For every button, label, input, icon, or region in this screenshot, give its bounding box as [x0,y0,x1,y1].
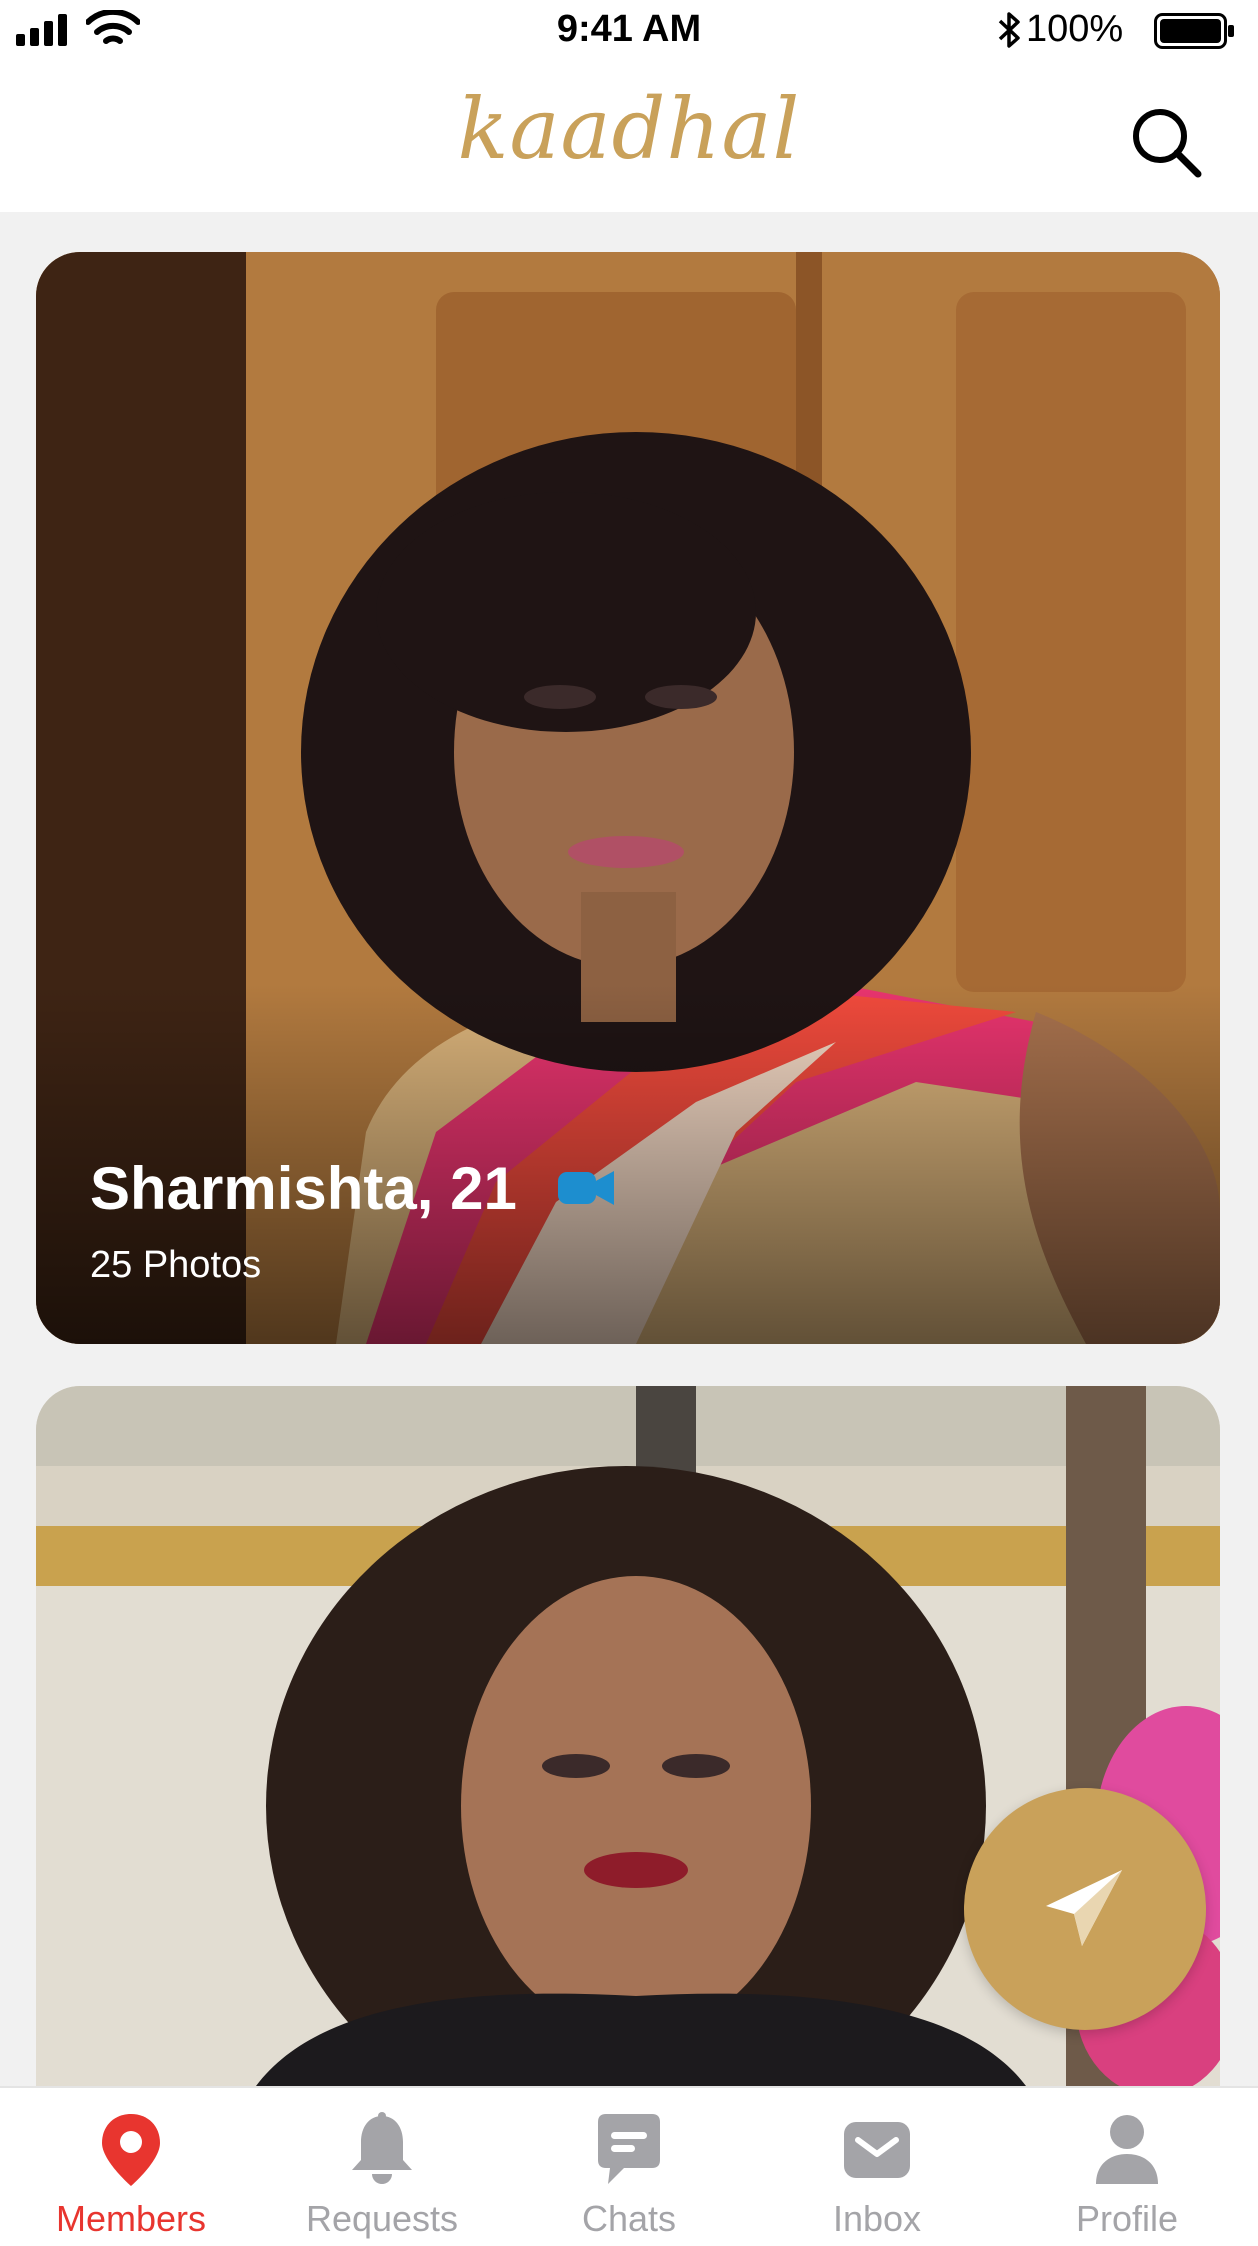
bottom-tab-bar: Members Requests Chats Inbox Profile [0,2086,1258,2246]
envelope-icon [844,2122,910,2178]
chat-bubble-icon [598,2114,660,2184]
photo-count: 25 Photos [90,1244,262,1286]
tab-requests[interactable]: Requests [257,2088,507,2246]
tab-label: Chats [581,2198,677,2239]
location-pin-icon [102,2114,160,2186]
tab-chats[interactable]: Chats [504,2088,754,2246]
tab-label: Members [55,2198,207,2239]
app-header: kaadhal [0,62,1258,212]
tab-profile[interactable]: Profile [1002,2088,1252,2246]
app-logo: kaadhal [457,80,801,178]
send-message-button[interactable] [964,1788,1206,2030]
tab-inbox[interactable]: Inbox [752,2088,1002,2246]
bell-icon [352,2112,412,2184]
tab-label: Requests [305,2198,459,2239]
battery-percentage: 100% [1026,8,1124,50]
person-icon [1096,2115,1158,2184]
status-bar: 9:41 AM 100% [0,0,1258,62]
paper-plane-icon [1046,1870,1122,1946]
member-card[interactable]: Sharmishta, 21 25 Photos [36,252,1220,1344]
bluetooth-icon [998,12,1020,48]
video-camera-icon[interactable] [558,1168,614,1208]
tab-members[interactable]: Members [6,2088,256,2246]
member-name-age: Sharmishta, 21 [90,1155,517,1222]
battery-icon [1154,13,1234,49]
tab-label: Profile [1075,2198,1179,2239]
search-icon[interactable] [1126,102,1206,182]
tab-label: Inbox [832,2198,922,2239]
